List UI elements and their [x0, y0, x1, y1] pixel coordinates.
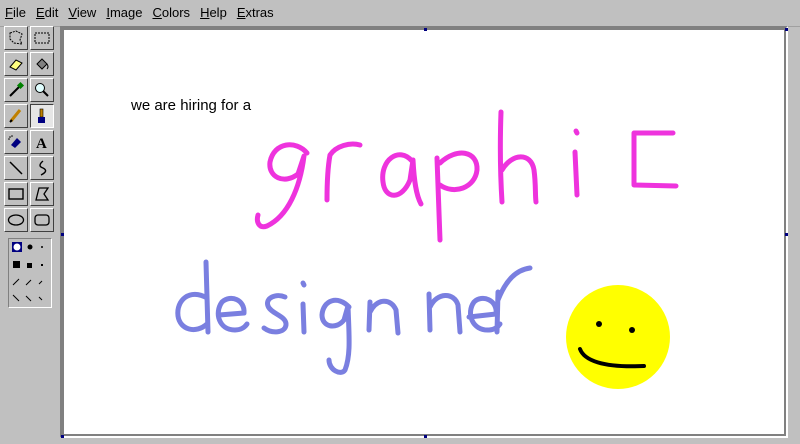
- menu-accelerator-key: C: [152, 5, 162, 20]
- pencil-icon: [9, 109, 22, 123]
- airbrush-tool[interactable]: [4, 130, 28, 154]
- brush-tool[interactable]: [30, 104, 54, 128]
- rectangle-tool[interactable]: [4, 182, 28, 206]
- brush-backslash-medium-option[interactable]: [25, 295, 32, 302]
- menu-help[interactable]: Help: [195, 0, 232, 26]
- eraser-tool[interactable]: [4, 52, 28, 76]
- menu-label-rest: ile: [12, 5, 26, 20]
- menu-label-rest: elp: [209, 5, 227, 20]
- paint-bucket-icon: [36, 58, 49, 70]
- line-icon: [9, 161, 23, 175]
- brush-large-round-icon: [13, 243, 21, 251]
- smiley-face: [566, 285, 670, 389]
- curve-tool[interactable]: [30, 156, 54, 180]
- polygon-icon: [35, 187, 50, 201]
- menu-accelerator-key: V: [68, 5, 77, 20]
- toolbox: A: [4, 26, 56, 236]
- brush-slash-small-option[interactable]: [38, 280, 43, 285]
- menu-file[interactable]: File: [0, 0, 31, 26]
- text-tool[interactable]: A: [30, 130, 54, 154]
- menu-label-rest: dit: [44, 5, 59, 20]
- line-tool[interactable]: [4, 156, 28, 180]
- fill-with-color-tool[interactable]: [30, 52, 54, 76]
- menu-bar: File Edit View Image Colors Help Extras: [0, 0, 800, 27]
- menu-view[interactable]: View: [63, 0, 101, 26]
- menu-label-rest: iew: [76, 5, 97, 20]
- smiley-left-eye: [596, 321, 602, 327]
- brush-slash-large-option[interactable]: [12, 278, 20, 286]
- airbrush-icon: [8, 135, 21, 148]
- brush-backslash-small-option[interactable]: [38, 296, 43, 301]
- polygon-tool[interactable]: [30, 182, 54, 206]
- brush-medium-square-option[interactable]: [27, 263, 32, 268]
- rounded-rectangle-icon: [34, 214, 50, 226]
- brush-slash-medium-option[interactable]: [25, 279, 32, 286]
- free-form-select-icon: [9, 30, 23, 45]
- canvas-resize-handle-bottom[interactable]: [424, 435, 427, 438]
- magnifier-tool[interactable]: [30, 78, 54, 102]
- canvas-resize-handle-right[interactable]: [785, 233, 788, 236]
- menu-image[interactable]: Image: [101, 0, 147, 26]
- drawing-canvas[interactable]: we are hiring for a: [64, 30, 784, 434]
- canvas-resize-handle-bottom-left[interactable]: [61, 435, 64, 438]
- svg-text:A: A: [36, 136, 47, 151]
- canvas-resize-handle-top-right[interactable]: [785, 28, 788, 31]
- rectangle-select-icon: [34, 32, 50, 44]
- eyedropper-icon: [9, 81, 25, 97]
- menu-label-rest: mage: [109, 5, 143, 20]
- word-designer-strokes: [175, 259, 533, 375]
- menu-accelerator-key: F: [5, 5, 13, 20]
- text-icon: A: [36, 136, 47, 151]
- canvas-resize-handle-top[interactable]: [424, 28, 427, 31]
- brush-icon: [38, 108, 45, 123]
- menu-label-rest: olors: [161, 5, 191, 20]
- word-graphic-strokes: [254, 109, 679, 243]
- eraser-icon: [9, 59, 23, 71]
- brush-small-round-option[interactable]: [41, 246, 43, 248]
- menu-accelerator-key: E: [35, 5, 45, 20]
- pick-color-tool[interactable]: [4, 78, 28, 102]
- rounded-rectangle-tool[interactable]: [30, 208, 54, 232]
- menu-extras[interactable]: Extras: [232, 0, 279, 26]
- canvas-resize-handle-left[interactable]: [61, 233, 64, 236]
- magnifier-icon: [35, 83, 49, 97]
- brush-backslash-large-option[interactable]: [12, 294, 20, 302]
- brush-small-square-option[interactable]: [41, 264, 43, 266]
- curve-icon: [39, 160, 47, 176]
- ellipse-tool[interactable]: [4, 208, 28, 232]
- free-form-select-tool[interactable]: [4, 26, 28, 50]
- rectangle-icon: [8, 188, 24, 200]
- smiley-face-fill: [566, 285, 670, 389]
- pencil-tool[interactable]: [4, 104, 28, 128]
- rectangle-select-tool[interactable]: [30, 26, 54, 50]
- brush-large-square-option[interactable]: [13, 261, 20, 268]
- brush-medium-round-option[interactable]: [27, 244, 33, 250]
- ellipse-icon: [7, 214, 25, 226]
- smiley-right-eye: [629, 327, 635, 333]
- menu-colors[interactable]: Colors: [147, 0, 195, 26]
- menu-edit[interactable]: Edit: [31, 0, 63, 26]
- brush-options-panel: [8, 238, 52, 308]
- menu-label-rest: xtras: [245, 5, 274, 20]
